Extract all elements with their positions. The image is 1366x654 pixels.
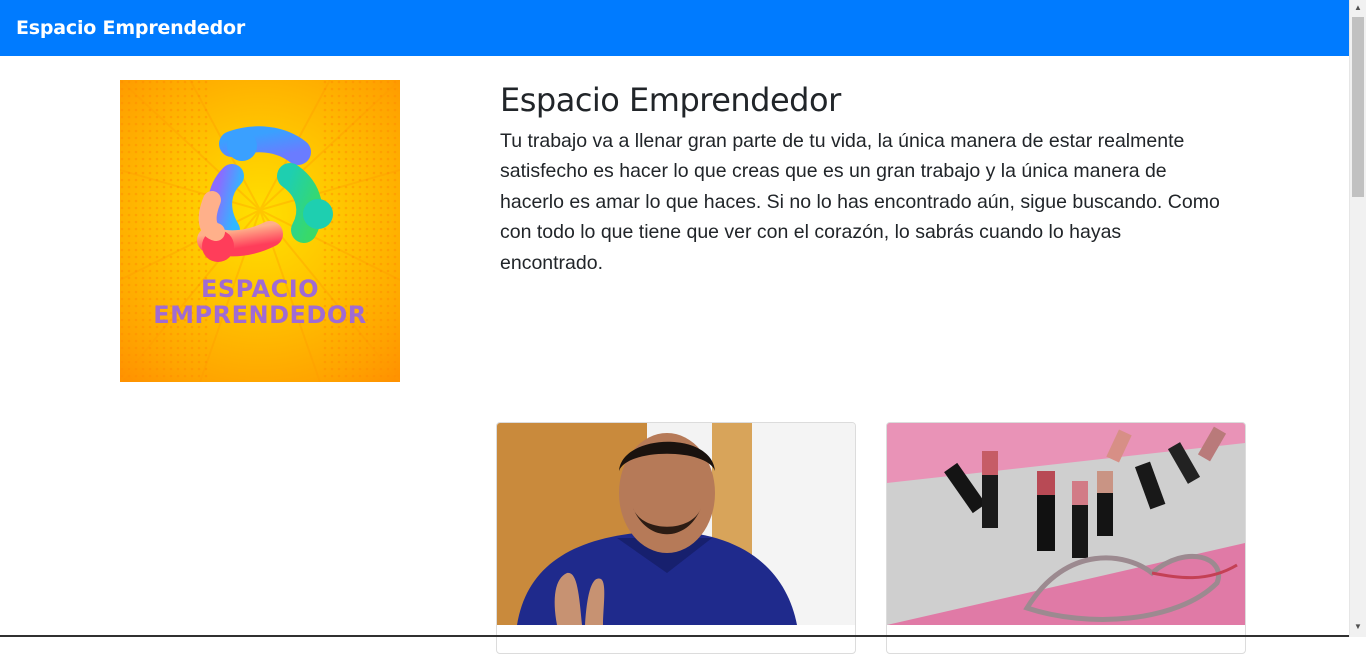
card-1[interactable] xyxy=(496,422,856,654)
card-2[interactable] xyxy=(886,422,1246,654)
page-description: Tu trabajo va a llenar gran parte de tu … xyxy=(500,130,1220,274)
scrollbar-thumb[interactable] xyxy=(1352,17,1364,197)
navbar-brand[interactable]: Espacio Emprendedor xyxy=(16,17,245,39)
logo-text-line1: ESPACIO xyxy=(200,275,320,303)
vertical-scrollbar[interactable]: ▲ ▼ xyxy=(1349,0,1366,637)
scroll-down-icon[interactable]: ▼ xyxy=(1354,623,1362,631)
scroll-up-icon[interactable]: ▲ xyxy=(1354,4,1362,12)
logo-graphic xyxy=(120,80,400,382)
lipsticks-photo[interactable] xyxy=(887,423,1245,625)
espacio-emprendedor-logo: ESPACIO EMPRENDEDOR xyxy=(120,80,400,382)
man-video-photo[interactable] xyxy=(497,423,855,625)
navbar: Espacio Emprendedor xyxy=(0,0,1349,56)
page-title: Espacio Emprendedor xyxy=(500,81,841,119)
logo-text-line2: EMPRENDEDOR xyxy=(153,301,367,329)
